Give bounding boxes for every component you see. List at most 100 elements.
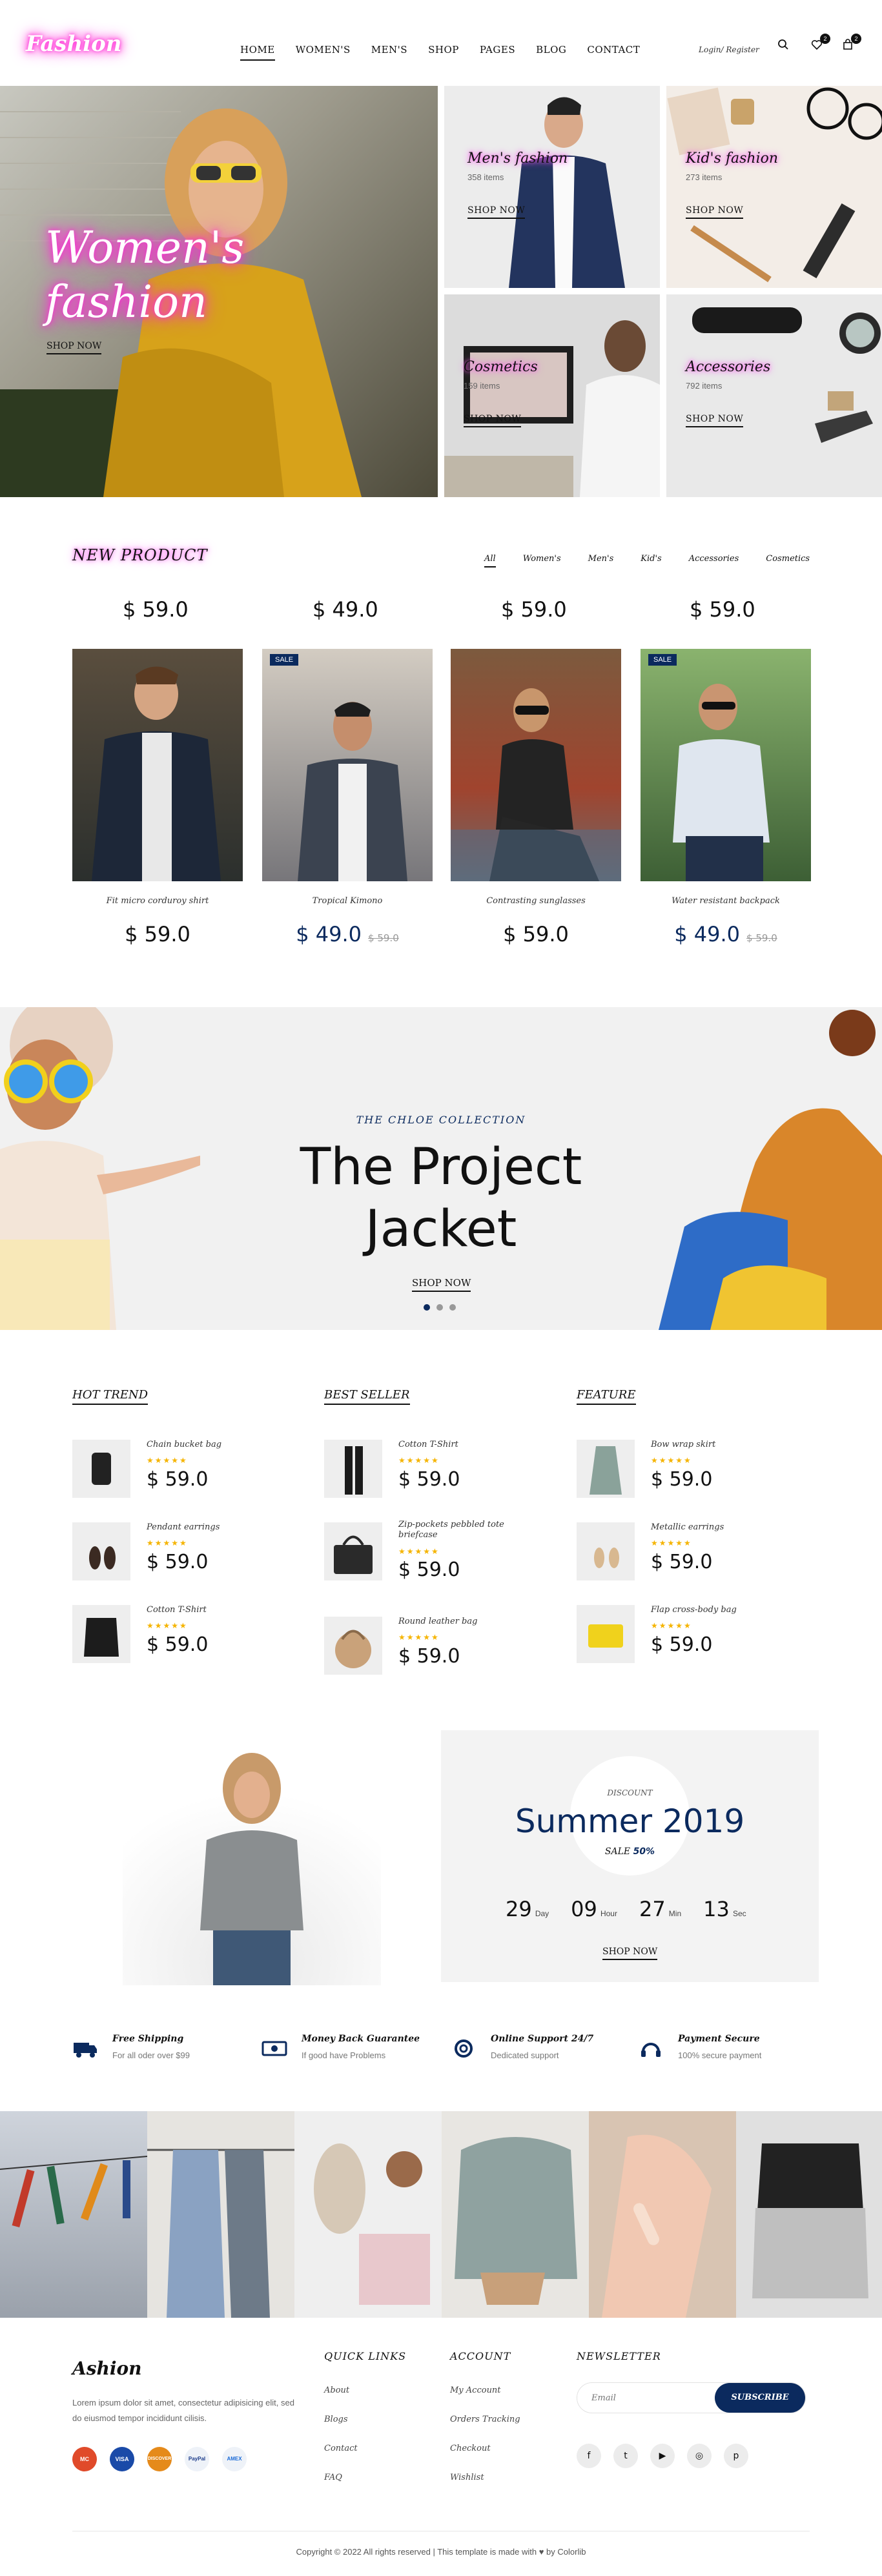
nav-womens[interactable]: WOMEN'S [296, 44, 351, 61]
carousel-dot-1[interactable] [424, 1304, 430, 1311]
item-name[interactable]: Cotton T-Shirt [147, 1605, 276, 1615]
product-card-4[interactable]: SALE [641, 649, 811, 881]
nav-shop[interactable]: SHOP [428, 44, 459, 61]
list-item[interactable]: Pendant earrings ★★★★★ $ 59.0 [72, 1522, 292, 1593]
gallery-image-3[interactable] [294, 2111, 442, 2318]
heart-icon[interactable]: 2 [808, 34, 830, 56]
list-item[interactable]: Cotton T-Shirt ★★★★★ $ 59.0 [72, 1605, 292, 1676]
nav-contact[interactable]: CONTACT [587, 44, 640, 61]
list-item[interactable]: Zip-pockets pebbled tote briefcase ★★★★★… [324, 1520, 544, 1593]
nav-mens[interactable]: MEN'S [371, 44, 407, 61]
filter-cosmetics[interactable]: Cosmetics [766, 554, 810, 567]
feature-payment-secure: Payment Secure 100% secure payment [638, 2034, 825, 2072]
item-name[interactable]: Zip-pockets pebbled tote briefcase [398, 1520, 528, 1540]
cosmetics-image [444, 320, 660, 497]
feature-title: Online Support 24/7 [491, 2034, 594, 2044]
cosmetics-shop-link[interactable]: SHOP NOW [464, 414, 522, 427]
item-name[interactable]: Flap cross-body bag [651, 1605, 780, 1615]
subscribe-button[interactable]: SUBSCRIBE [715, 2383, 805, 2413]
hero-title-line2: fashion [45, 277, 207, 328]
kids-shop-link[interactable]: SHOP NOW [686, 205, 744, 219]
footer-link-contact[interactable]: Contact [324, 2444, 358, 2453]
filter-womens[interactable]: Women's [523, 554, 561, 567]
tile-accessories[interactable]: Accessories 792 items SHOP NOW [666, 294, 882, 497]
list-item[interactable]: Round leather bag ★★★★★ $ 59.0 [324, 1617, 544, 1688]
item-name[interactable]: Chain bucket bag [147, 1440, 276, 1450]
mens-shop-link[interactable]: SHOP NOW [467, 205, 526, 219]
nav-home[interactable]: HOME [240, 44, 275, 61]
carousel-dot-2[interactable] [436, 1304, 443, 1311]
gallery-image-2[interactable] [147, 2111, 294, 2318]
footer-link-blogs[interactable]: Blogs [324, 2415, 348, 2424]
collection-banner: THE CHLOE COLLECTION The Project Jacket … [0, 1007, 882, 1330]
sale-percent: 50% [633, 1846, 655, 1857]
footer-link-my-account[interactable]: My Account [450, 2386, 501, 2395]
countdown: 29 Day 09 Hour 27 Min 13 Sec [506, 1897, 746, 1921]
product-name-2[interactable]: Tropical Kimono [262, 896, 433, 906]
list-item[interactable]: Cotton T-Shirt ★★★★★ $ 59.0 [324, 1440, 544, 1511]
footer-link-faq[interactable]: FAQ [324, 2473, 342, 2482]
bag-icon[interactable]: 2 [839, 34, 861, 56]
sale-badge-2: SALE [270, 654, 299, 666]
gallery-image-4[interactable] [442, 2111, 589, 2318]
product-card-3[interactable] [451, 649, 621, 881]
item-name[interactable]: Bow wrap skirt [651, 1440, 780, 1450]
filter-mens[interactable]: Men's [588, 554, 614, 567]
item-name[interactable]: Metallic earrings [651, 1522, 780, 1533]
product-card-2[interactable]: SALE [262, 649, 433, 881]
item-name[interactable]: Round leather bag [398, 1617, 528, 1627]
rating-stars: ★★★★★ [651, 1538, 692, 1548]
product-card-1[interactable] [72, 649, 243, 881]
email-input[interactable] [591, 2391, 701, 2405]
gallery-image-5[interactable] [589, 2111, 736, 2318]
sale-line: SALE 50% [441, 1846, 819, 1857]
product-old-price-4: $ 59.0 [746, 932, 777, 944]
item-name[interactable]: Pendant earrings [147, 1522, 276, 1533]
item-price: $ 59.0 [398, 1645, 460, 1668]
product-name-3[interactable]: Contrasting sunglasses [451, 896, 621, 906]
list-item[interactable]: Bow wrap skirt ★★★★★ $ 59.0 [577, 1440, 796, 1511]
carousel-dot-3[interactable] [449, 1304, 456, 1311]
product-name-4[interactable]: Water resistant backpack [641, 896, 811, 906]
filter-kids[interactable]: Kid's [641, 554, 661, 567]
item-name[interactable]: Cotton T-Shirt [398, 1440, 528, 1450]
list-item[interactable]: Metallic earrings ★★★★★ $ 59.0 [577, 1522, 796, 1593]
youtube-icon[interactable]: ▶ [650, 2444, 675, 2468]
banner-shop-now-link[interactable]: SHOP NOW [412, 1277, 471, 1292]
sale-badge-4: SALE [648, 654, 677, 666]
register-link[interactable]: Register [726, 45, 759, 54]
new-product-title: NEW PRODUCT [72, 546, 208, 564]
tile-kids-fashion[interactable]: Kid's fashion 273 items SHOP NOW [666, 86, 882, 288]
accessories-shop-link[interactable]: SHOP NOW [686, 414, 744, 427]
summer-shop-now-link[interactable]: SHOP NOW [602, 1947, 658, 1960]
list-item[interactable]: Chain bucket bag ★★★★★ $ 59.0 [72, 1440, 292, 1511]
filter-all[interactable]: All [484, 554, 496, 567]
gallery-image-1[interactable] [0, 2111, 147, 2318]
pinterest-icon[interactable]: p [724, 2444, 748, 2468]
filter-accessories[interactable]: Accessories [689, 554, 739, 567]
nav-blog[interactable]: BLOG [536, 44, 566, 61]
search-icon[interactable] [775, 39, 792, 56]
hero-shop-now-link[interactable]: SHOP NOW [46, 341, 102, 354]
footer-logo[interactable]: Ashion [72, 2358, 142, 2379]
twitter-icon[interactable]: t [613, 2444, 638, 2468]
cosmetics-title: Cosmetics [464, 359, 538, 375]
gallery-image-6[interactable] [736, 2111, 882, 2318]
list-item[interactable]: Flap cross-body bag ★★★★★ $ 59.0 [577, 1605, 796, 1676]
login-link[interactable]: Login/ [699, 45, 723, 54]
site-logo[interactable]: Fashion [26, 31, 121, 57]
instagram-icon[interactable]: ◎ [687, 2444, 712, 2468]
footer-link-about[interactable]: About [324, 2386, 349, 2395]
footer-link-orders-tracking[interactable]: Orders Tracking [450, 2415, 520, 2424]
hero-womens-fashion[interactable]: Women's fashion SHOP NOW [0, 86, 438, 497]
feature-title: Money Back Guarantee [302, 2034, 420, 2044]
nav-pages[interactable]: PAGES [480, 44, 515, 61]
tile-cosmetics[interactable]: Cosmetics 159 items SHOP NOW [444, 294, 660, 497]
footer-link-wishlist[interactable]: Wishlist [450, 2473, 484, 2482]
footer-link-checkout[interactable]: Checkout [450, 2444, 491, 2453]
tile-mens-fashion[interactable]: Men's fashion 358 items SHOP NOW [444, 86, 660, 288]
facebook-icon[interactable]: f [577, 2444, 601, 2468]
auth-links: Login/ Register [699, 45, 759, 54]
product-name-1[interactable]: Fit micro corduroy shirt [72, 896, 243, 906]
quick-links-title: QUICK LINKS [324, 2350, 407, 2362]
